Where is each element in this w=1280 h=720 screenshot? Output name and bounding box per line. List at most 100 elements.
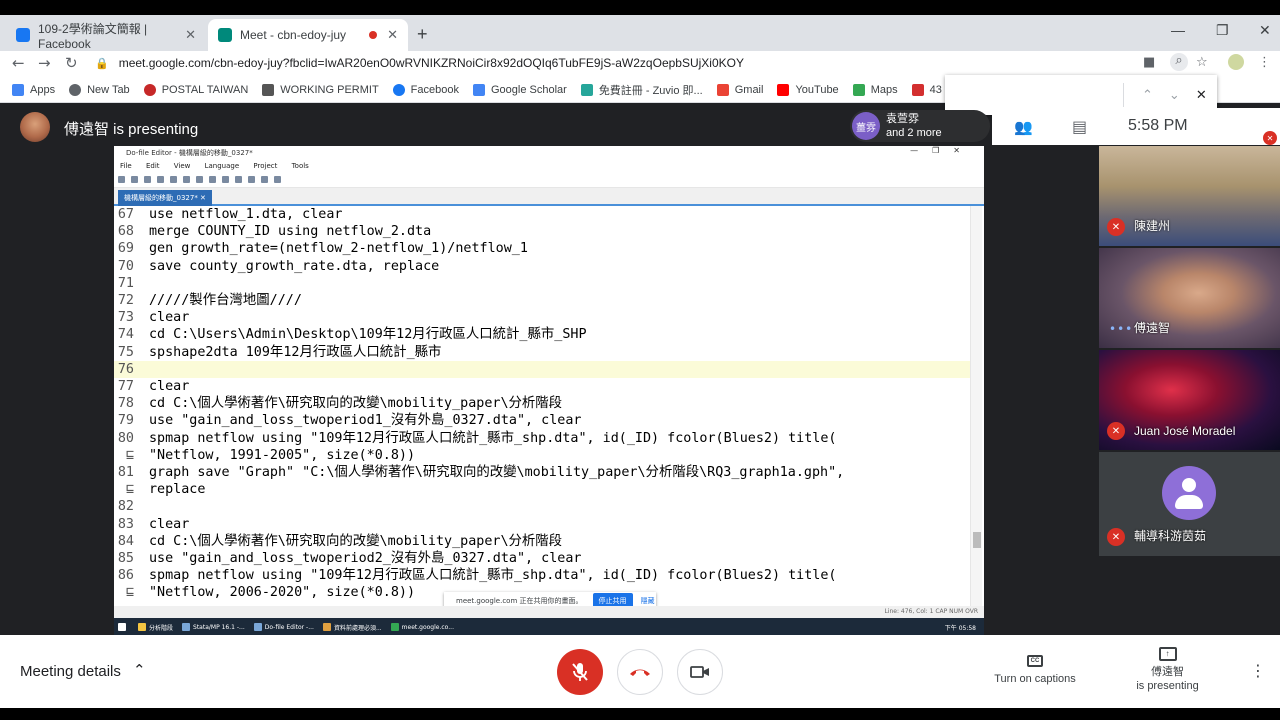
captions-button[interactable]: CC Turn on captions [985,655,1085,685]
code-line[interactable]: 80 spmap netflow using "109年12月行政區人口統計_縣市… [114,430,972,447]
menu-tools[interactable]: Tools [292,162,309,170]
run-icon[interactable] [261,176,268,183]
chevron-up-icon[interactable]: ⌃ [133,661,146,679]
present-status-button[interactable]: ↑ 傅遠智 is presenting [1120,647,1215,693]
taskbar-item[interactable]: Do-file Editor -... [253,623,314,631]
undo-icon[interactable] [222,176,229,183]
restore-icon[interactable]: ❐ [1216,22,1229,39]
meeting-details-button[interactable]: Meeting details [20,663,121,680]
back-icon[interactable]: ← [12,54,25,72]
redo-icon[interactable] [235,176,242,183]
participant-tile[interactable]: ✕ 陳建州 [1099,146,1280,246]
code-line[interactable]: 71 [114,275,972,292]
find-prev-icon[interactable]: ⌃ [1142,88,1153,103]
window-close-icon[interactable]: ✕ [1259,22,1271,39]
bookmark-scholar[interactable]: Google Scholar [472,83,567,96]
active-speaker-chip[interactable]: 薑雰 袁萱雰 and 2 more [850,110,990,142]
address-bar[interactable]: 🔒 meet.google.com/cbn-edoy-juy?fbclid=Iw… [95,53,1135,73]
find-close-icon[interactable]: ✕ [1196,88,1207,103]
code-line[interactable]: 85 use "gain_and_loss_twoperiod2_沒有外島_032… [114,550,972,567]
bookmark-maps[interactable]: Maps [852,83,898,96]
bookmark-apps[interactable]: Apps [12,83,55,96]
scrollbar-thumb[interactable] [973,532,981,548]
leave-call-button[interactable] [617,649,663,695]
code-line[interactable]: 74 cd C:\Users\Admin\Desktop\109年12月行政區人口… [114,326,972,343]
camera-icon[interactable]: ■ [1143,55,1155,70]
do-icon[interactable] [274,176,281,183]
find-icon[interactable] [170,176,177,183]
menu-project[interactable]: Project [253,162,277,170]
code-line[interactable]: 86 spmap netflow using "109年12月行政區人口統計_縣市… [114,567,972,584]
close-icon[interactable]: ✕ [185,27,196,43]
editor-scrollbar[interactable] [970,206,982,606]
code-line[interactable]: 69 gen growth_rate=(netflow_2-netflow_1)/… [114,240,972,257]
code-line[interactable]: 84 cd C:\個人學術著作\研究取向的改變\mobility_paper\分析… [114,533,972,550]
save-icon[interactable] [144,176,151,183]
code-line[interactable]: 68 merge COUNTY_ID using netflow_2.dta [114,223,972,240]
print-icon[interactable] [157,176,164,183]
participant-tile[interactable]: ✕ 輔導科游茵茹 [1099,452,1280,556]
more-options-icon[interactable]: ⋮ [1250,661,1266,680]
code-line[interactable]: 83 clear [114,516,972,533]
chat-icon[interactable]: ▤ [1072,117,1087,136]
find-input[interactable] [953,81,1123,109]
hide-button[interactable]: 隱藏 [641,596,655,606]
find-next-icon[interactable]: ⌄ [1169,88,1180,103]
code-line[interactable]: 79 use "gain_and_loss_twoperiod1_沒有外島_032… [114,412,972,429]
find-icon[interactable]: ⌕ [1170,53,1188,71]
menu-edit[interactable]: Edit [146,162,160,170]
apps-icon [12,83,24,96]
menu-language[interactable]: Language [205,162,240,170]
taskbar-item[interactable]: 分析階段 [138,623,173,632]
code-line[interactable]: ⊑ replace [114,481,972,498]
code-line[interactable]: 67 use netflow_1.dta, clear [114,206,972,223]
paste-icon[interactable] [209,176,216,183]
menu-file[interactable]: File [120,162,132,170]
star-icon[interactable]: ☆ [1196,55,1208,70]
open-icon[interactable] [131,176,138,183]
camera-toggle-button[interactable] [677,649,723,695]
extension-icon[interactable] [1228,54,1244,70]
code-line[interactable]: 70 save county_growth_rate.dta, replace [114,258,972,275]
bookmark-postal[interactable]: POSTAL TAIWAN [143,83,248,96]
code-line[interactable]: 76 [114,360,972,378]
bookmark-zuvio[interactable]: 免費註冊 - Zuvio 即... [580,82,703,98]
windows-taskbar: 分析階段 Stata/MP 16.1 -... Do-file Editor -… [114,618,984,636]
bookmark-facebook[interactable]: Facebook [392,83,459,96]
tab-facebook[interactable]: 109-2學術論文簡報 | Facebook ✕ [6,19,206,51]
code-line[interactable]: 72 /////製作台灣地圖//// [114,292,972,309]
participant-tile[interactable]: ••• 傅遠智 [1099,248,1280,348]
close-icon[interactable]: ✕ [387,27,398,43]
code-line[interactable]: ⊑ "Netflow, 1991-2005", size(*0.8)) [114,447,972,464]
bookmark-youtube[interactable]: YouTube [777,83,839,96]
taskbar-item[interactable]: Stata/MP 16.1 -... [182,623,245,631]
new-file-icon[interactable] [118,176,125,183]
dofile-tab[interactable]: 機構層級的移動_0327* ✕ [118,190,212,206]
taskbar-item[interactable]: meet.google.co... [390,623,454,631]
start-icon[interactable] [118,623,129,631]
code-line[interactable]: 75 spshape2dta 109年12月行政區人口統計_縣市 [114,344,972,361]
menu-icon[interactable]: ⋮ [1258,55,1271,70]
code-line[interactable]: 82 [114,498,972,515]
menu-view[interactable]: View [174,162,191,170]
minimize-icon[interactable]: — [1171,22,1185,38]
cut-icon[interactable] [183,176,190,183]
code-line[interactable]: 81 graph save "Graph" "C:\個人學術著作\研究取向的改變\… [114,464,972,481]
reload-icon[interactable]: ↻ [65,54,78,72]
code-line[interactable]: 73 clear [114,309,972,326]
bookmark-newtab[interactable]: New Tab [69,83,130,96]
new-tab-button[interactable]: + [417,24,428,45]
forward-icon[interactable]: → [38,54,51,72]
participant-tile[interactable]: ✕ Juan José Moradel [1099,350,1280,450]
code-editor[interactable]: 67 use netflow_1.dta, clear 68 merge COUNTY… [114,206,972,606]
people-icon[interactable]: 👥 [1014,118,1033,136]
bookmark-permit[interactable]: WORKING PERMIT [262,83,379,96]
bookmark-gmail[interactable]: Gmail [716,83,763,96]
bookmark-icon[interactable] [248,176,255,183]
mic-toggle-button[interactable] [557,649,603,695]
code-line[interactable]: 77 clear [114,378,972,395]
tab-meet[interactable]: Meet - cbn-edoy-juy ✕ [208,19,408,51]
copy-icon[interactable] [196,176,203,183]
taskbar-item[interactable]: 資料前處理必須... [322,623,382,632]
code-line[interactable]: 78 cd C:\個人學術著作\研究取向的改變\mobility_paper\分析… [114,395,972,412]
